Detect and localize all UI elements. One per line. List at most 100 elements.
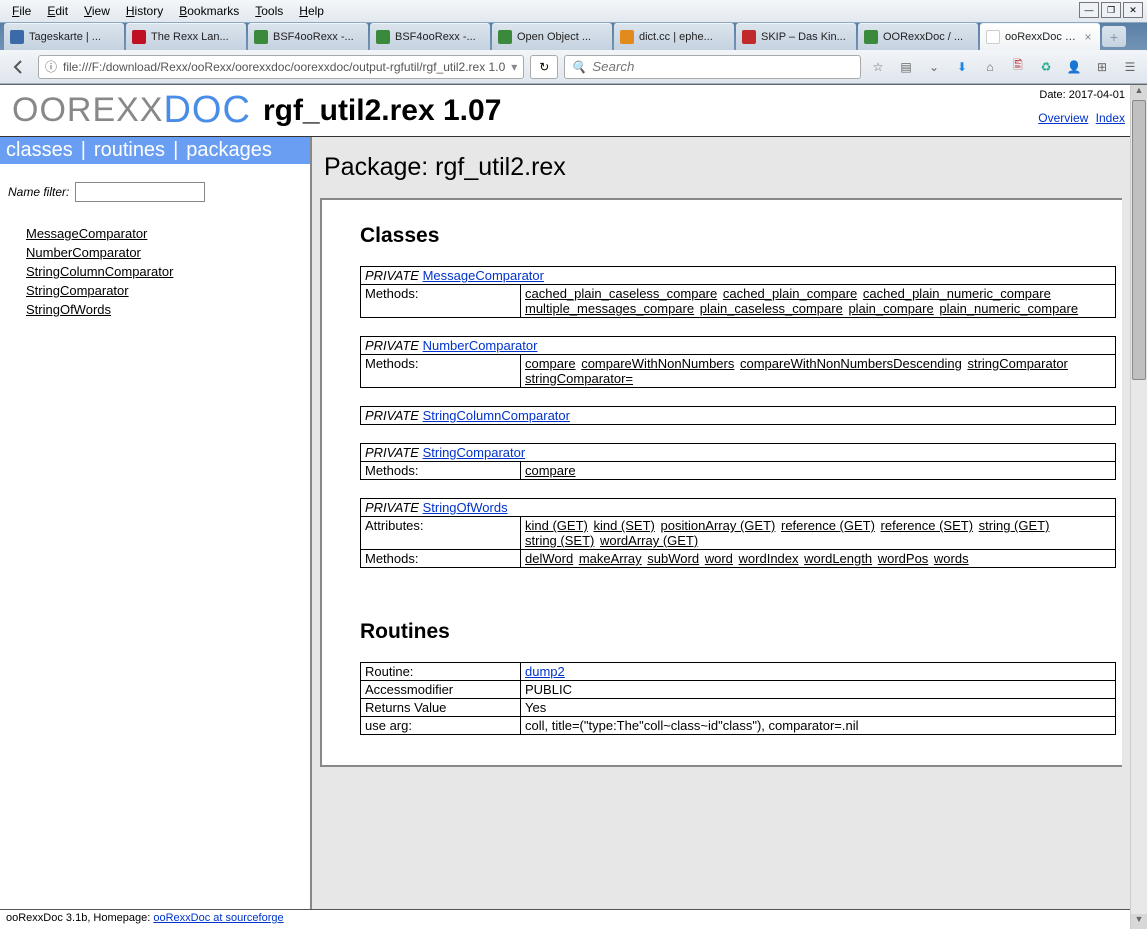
method-link[interactable]: multiple_messages_compare [525,301,694,316]
method-link[interactable]: kind (GET) [525,518,588,533]
routines-heading: Routines [360,620,1116,644]
scroll-up-icon[interactable]: ▲ [1131,85,1147,100]
tab-label: BSF4ooRexx -... [395,31,484,43]
menu-edit[interactable]: Edit [39,1,76,21]
filter-input[interactable] [75,182,205,202]
method-link[interactable]: delWord [525,551,573,566]
method-link[interactable]: plain_numeric_compare [939,301,1078,316]
download-icon[interactable]: ⬇ [951,56,973,78]
method-link[interactable]: compareWithNonNumbersDescending [740,356,962,371]
new-tab-button[interactable]: + [1102,26,1126,47]
window-controls: — ❐ ✕ [1079,2,1143,18]
scroll-thumb[interactable] [1132,100,1146,380]
url-bar[interactable]: ⓘ file:///F:/download/Rexx/ooRexx/oorexx… [38,55,524,79]
menu-file[interactable]: File [4,1,39,21]
overview-link[interactable]: Overview [1038,111,1088,125]
class-link[interactable]: StringColumnComparator [423,408,570,423]
row-values: delWord makeArray subWord word wordIndex… [521,550,1116,568]
menu-help[interactable]: Help [291,1,332,21]
footer-link[interactable]: ooRexxDoc at sourceforge [153,912,283,924]
tab-label: dict.cc | ephe... [639,31,728,43]
method-link[interactable]: reference (SET) [881,518,973,533]
class-link[interactable]: StringComparator [423,445,526,460]
tab-active[interactable]: ooRexxDoc rgf...× [980,23,1100,50]
tab[interactable]: BSF4ooRexx -... [248,23,368,50]
tab[interactable]: Open Object ... [492,23,612,50]
method-link[interactable]: kind (SET) [593,518,654,533]
method-link[interactable]: compare [525,463,576,478]
scrollbar[interactable]: ▲ ▼ [1130,85,1147,929]
method-link[interactable]: stringComparator [967,356,1067,371]
maximize-button[interactable]: ❐ [1101,2,1121,18]
url-text: file:///F:/download/Rexx/ooRexx/oorexxdo… [63,60,505,74]
tab[interactable]: dict.cc | ephe... [614,23,734,50]
row-label: Accessmodifier [361,681,521,699]
sidebar-item[interactable]: StringColumnComparator [26,264,296,279]
method-link[interactable]: cached_plain_compare [723,286,857,301]
nav-classes[interactable]: classes [6,139,73,162]
method-link[interactable]: words [934,551,969,566]
method-link[interactable]: compare [525,356,576,371]
tab-label: Open Object ... [517,31,606,43]
minimize-button[interactable]: — [1079,2,1099,18]
method-link[interactable]: wordPos [878,551,929,566]
class-link[interactable]: StringOfWords [423,500,508,515]
menu-view[interactable]: View [76,1,118,21]
home-icon[interactable]: ⌂ [979,56,1001,78]
sidebar-item[interactable]: StringOfWords [26,302,296,317]
dropdown-icon[interactable]: ▾ [511,60,517,74]
method-link[interactable]: string (GET) [979,518,1050,533]
modifier: PRIVATE [365,500,419,515]
method-link[interactable]: plain_caseless_compare [700,301,843,316]
method-link[interactable]: string (SET) [525,533,594,548]
method-link[interactable]: positionArray (GET) [661,518,776,533]
index-link[interactable]: Index [1096,111,1125,125]
close-icon[interactable]: × [1082,31,1094,43]
pocket-icon[interactable]: ⌄ [923,56,945,78]
classes-heading: Classes [360,224,1116,248]
logo-doc: DOC [163,89,250,132]
method-link[interactable]: subWord [647,551,699,566]
menu-history[interactable]: History [118,1,171,21]
search-box[interactable]: 🔍 [564,55,861,79]
close-button[interactable]: ✕ [1123,2,1143,18]
bookmark-star-icon[interactable]: ☆ [867,56,889,78]
class-link[interactable]: MessageComparator [423,268,544,283]
menu-bookmarks[interactable]: Bookmarks [171,1,247,21]
back-button[interactable] [6,54,32,80]
method-link[interactable]: stringComparator= [525,371,633,386]
method-link[interactable]: plain_compare [848,301,933,316]
method-link[interactable]: word [705,551,733,566]
tab[interactable]: Tageskarte | ... [4,23,124,50]
method-link[interactable]: wordLength [804,551,872,566]
sidebar-item[interactable]: StringComparator [26,283,296,298]
nav-packages[interactable]: packages [186,139,272,162]
tab[interactable]: The Rexx Lan... [126,23,246,50]
menu-tools[interactable]: Tools [247,1,291,21]
account-icon[interactable]: 👤 [1063,56,1085,78]
method-link[interactable]: reference (GET) [781,518,875,533]
class-link[interactable]: NumberComparator [423,338,538,353]
search-input[interactable] [592,59,854,74]
pdf-icon[interactable]: 🖺 [1007,56,1029,78]
grid-icon[interactable]: ⊞ [1091,56,1113,78]
reload-button[interactable]: ↻ [530,55,558,79]
routine-link[interactable]: dump2 [525,664,565,679]
tab[interactable]: OORexxDoc / ... [858,23,978,50]
menu-icon[interactable]: ☰ [1119,56,1141,78]
tab[interactable]: BSF4ooRexx -... [370,23,490,50]
recycle-icon[interactable]: ♻ [1035,56,1057,78]
method-link[interactable]: compareWithNonNumbers [581,356,734,371]
method-link[interactable]: wordIndex [739,551,799,566]
scroll-down-icon[interactable]: ▼ [1131,914,1147,929]
method-link[interactable]: makeArray [579,551,642,566]
method-link[interactable]: wordArray (GET) [600,533,698,548]
method-link[interactable]: cached_plain_numeric_compare [863,286,1051,301]
tab[interactable]: SKIP – Das Kin... [736,23,856,50]
row-label: Routine: [361,663,521,681]
nav-routines[interactable]: routines [94,139,165,162]
sidebar-item[interactable]: NumberComparator [26,245,296,260]
clipboard-icon[interactable]: ▤ [895,56,917,78]
sidebar-item[interactable]: MessageComparator [26,226,296,241]
method-link[interactable]: cached_plain_caseless_compare [525,286,717,301]
